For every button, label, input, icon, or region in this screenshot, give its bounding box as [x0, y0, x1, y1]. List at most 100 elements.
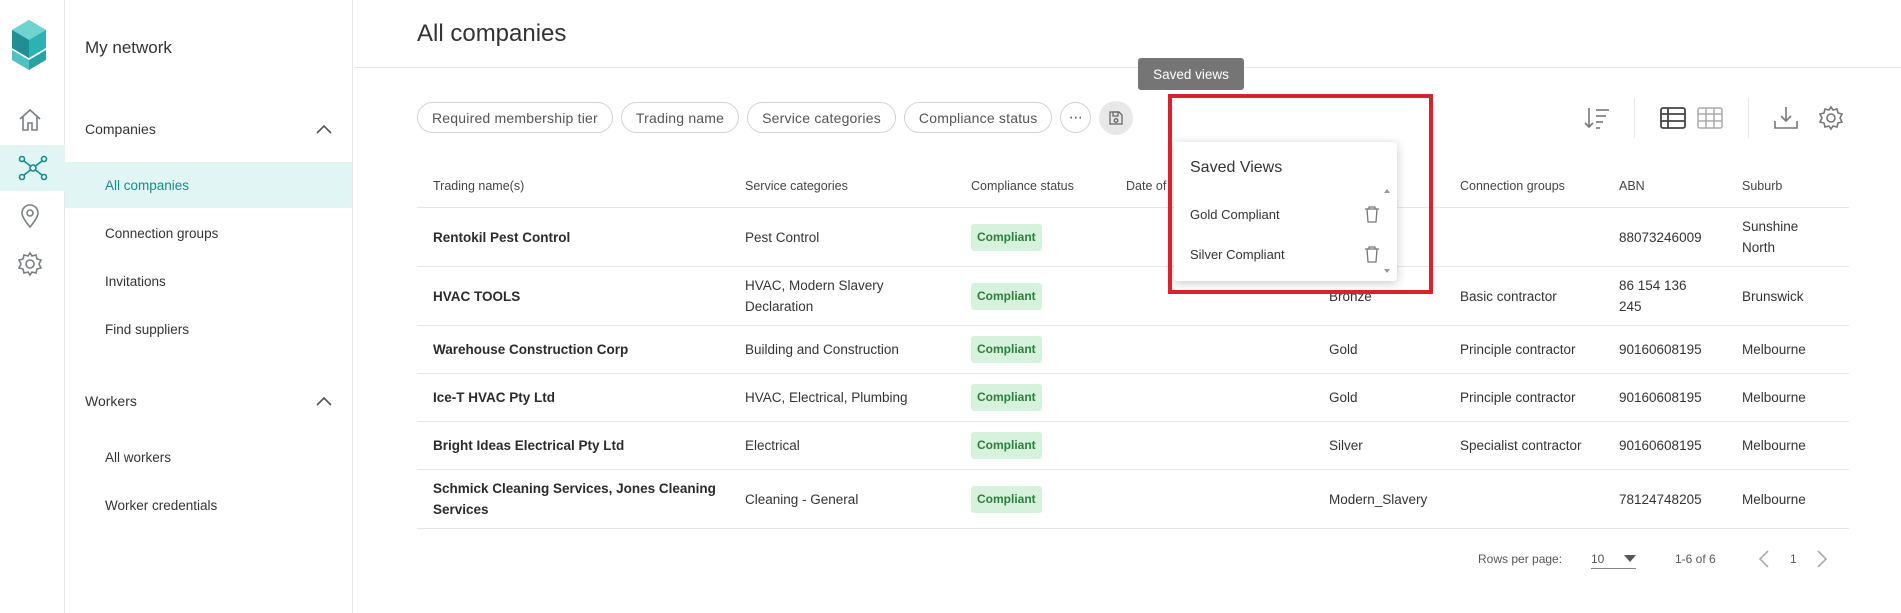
- cell-suburb: Brunswick: [1742, 288, 1804, 304]
- filter-chip-service-categories[interactable]: Service categories: [747, 102, 896, 133]
- subnav-item-invitations[interactable]: Invitations: [65, 258, 352, 304]
- companies-section-toggle[interactable]: Companies: [85, 117, 332, 141]
- cell-trading-name: Warehouse Construction Corp: [433, 342, 629, 357]
- cell-status: Compliant: [971, 422, 1042, 469]
- more-filters-button[interactable]: ⋯: [1060, 102, 1092, 133]
- filter-chip-membership-tier[interactable]: Required membership tier: [417, 102, 613, 133]
- subnav-item-label: Connection groups: [105, 225, 219, 241]
- toolbar-divider: [1748, 98, 1749, 138]
- cell-tier: Gold: [1329, 390, 1358, 405]
- cell-service: Pest Control: [745, 229, 820, 245]
- column-header-connection-groups[interactable]: Connection groups: [1460, 163, 1565, 208]
- column-header-service-categories[interactable]: Service categories: [745, 163, 848, 208]
- workers-section-label: Workers: [85, 393, 137, 409]
- filter-bar: Required membership tier Trading name Se…: [417, 100, 1134, 135]
- settings-gear-icon: [17, 251, 43, 277]
- column-header-suburb[interactable]: Suburb: [1742, 163, 1782, 208]
- subnav-item-find-suppliers[interactable]: Find suppliers: [65, 306, 352, 352]
- companies-section-label: Companies: [85, 121, 156, 137]
- saved-views-button[interactable]: [1099, 100, 1134, 135]
- toolbar-divider: [1634, 98, 1635, 138]
- status-badge: Compliant: [971, 282, 1042, 310]
- subnav-title: My network: [85, 38, 172, 57]
- rows-per-page-value: 10: [1591, 551, 1605, 566]
- previous-page-button[interactable]: [1758, 549, 1770, 569]
- column-header-trading-name[interactable]: Trading name(s): [433, 163, 524, 208]
- subnav-item-label: Find suppliers: [105, 321, 190, 337]
- sort-button[interactable]: [1582, 103, 1612, 133]
- column-header-date[interactable]: Date of: [1126, 163, 1166, 208]
- table-row[interactable]: Rentokil Pest Control Pest Control Compl…: [417, 208, 1849, 267]
- table-view-icon: [1660, 107, 1686, 129]
- subnav-item-label: Worker credentials: [105, 497, 218, 513]
- status-badge: Compliant: [971, 336, 1042, 363]
- status-badge: Compliant: [971, 384, 1042, 411]
- rows-per-page-select[interactable]: 10: [1591, 549, 1636, 569]
- filter-chip-trading-name[interactable]: Trading name: [620, 102, 740, 133]
- cell-trading-name: Schmick Cleaning Services, Jones Cleanin…: [433, 481, 716, 517]
- table-row[interactable]: Schmick Cleaning Services, Jones Cleanin…: [417, 470, 1849, 529]
- subnav-item-label: All companies: [105, 177, 190, 193]
- filter-chip-compliance-status[interactable]: Compliance status: [903, 102, 1053, 133]
- chevron-right-icon: [1817, 550, 1828, 568]
- cell-status: Compliant: [971, 267, 1042, 325]
- cell-suburb: Melbourne: [1742, 438, 1806, 453]
- cell-trading-name: Ice-T HVAC Pty Ltd: [433, 390, 556, 405]
- nav-settings[interactable]: [15, 249, 45, 279]
- cell-service: Building and Construction: [745, 342, 899, 357]
- column-header-compliance-status[interactable]: Compliance status: [971, 163, 1074, 208]
- nav-network[interactable]: [0, 145, 65, 191]
- nav-locations[interactable]: [15, 201, 45, 231]
- table-row[interactable]: Ice-T HVAC Pty Ltd HVAC, Electrical, Plu…: [417, 374, 1849, 422]
- cell-connection-group: Principle contractor: [1460, 390, 1576, 405]
- pagination-range: 1-6 of 6: [1675, 552, 1716, 566]
- download-icon: [1774, 107, 1798, 129]
- cell-abn: 90160608195: [1619, 438, 1702, 453]
- cell-abn: 78124748205: [1619, 491, 1702, 507]
- cell-abn: 88073246009: [1619, 229, 1702, 245]
- icon-rail: [0, 0, 65, 613]
- chevron-up-icon: [316, 396, 332, 406]
- column-header-abn[interactable]: ABN: [1619, 163, 1645, 208]
- nav-home[interactable]: [15, 105, 45, 135]
- subnav-item-all-companies[interactable]: All companies: [65, 162, 352, 208]
- list-view-button[interactable]: [1658, 103, 1688, 133]
- page-header: All companies: [354, 0, 1901, 68]
- cell-trading-name: Bright Ideas Electrical Pty Ltd: [433, 438, 625, 453]
- subnav-item-connection-groups[interactable]: Connection groups: [65, 210, 352, 256]
- home-icon: [19, 108, 41, 131]
- caret-down-icon: [1624, 554, 1636, 562]
- cell-abn: 90160608195: [1619, 342, 1702, 357]
- status-badge: Compliant: [971, 485, 1042, 513]
- table-settings-button[interactable]: [1816, 103, 1846, 133]
- companies-table: Trading name(s) Service categories Compl…: [417, 163, 1849, 529]
- next-page-button[interactable]: [1816, 549, 1828, 569]
- secondary-nav: My network Companies All companies Conne…: [65, 0, 353, 613]
- settings-gear-icon: [1818, 105, 1844, 131]
- cell-suburb: Melbourne: [1742, 342, 1806, 357]
- cell-suburb: Melbourne: [1742, 491, 1806, 507]
- table-row[interactable]: Bright Ideas Electrical Pty Ltd Electric…: [417, 422, 1849, 470]
- chevron-left-icon: [1758, 550, 1769, 568]
- cell-trading-name: HVAC TOOLS: [433, 288, 521, 304]
- grid-view-button[interactable]: [1695, 103, 1725, 133]
- subnav-item-worker-credentials[interactable]: Worker credentials: [65, 482, 352, 528]
- highlight-box: [1168, 94, 1433, 294]
- cell-status: Compliant: [971, 208, 1042, 266]
- table-row[interactable]: Warehouse Construction Corp Building and…: [417, 326, 1849, 374]
- current-page: 1: [1790, 552, 1797, 566]
- cell-connection-group: Specialist contractor: [1460, 438, 1582, 453]
- cell-abn: 90160608195: [1619, 390, 1702, 405]
- subnav-item-label: Invitations: [105, 273, 166, 289]
- cell-suburb: Sunshine North: [1742, 219, 1799, 255]
- status-badge: Compliant: [971, 223, 1042, 251]
- subnav-item-label: All workers: [105, 449, 172, 465]
- cell-service: Electrical: [745, 438, 800, 453]
- table-row[interactable]: HVAC TOOLS HVAC, Modern Slavery Declarat…: [417, 267, 1849, 326]
- cell-service: HVAC, Electrical, Plumbing: [745, 390, 908, 405]
- cell-status: Compliant: [971, 326, 1042, 373]
- download-button[interactable]: [1771, 103, 1801, 133]
- save-icon: [1109, 110, 1124, 125]
- subnav-item-all-workers[interactable]: All workers: [65, 434, 352, 480]
- workers-section-toggle[interactable]: Workers: [85, 389, 332, 413]
